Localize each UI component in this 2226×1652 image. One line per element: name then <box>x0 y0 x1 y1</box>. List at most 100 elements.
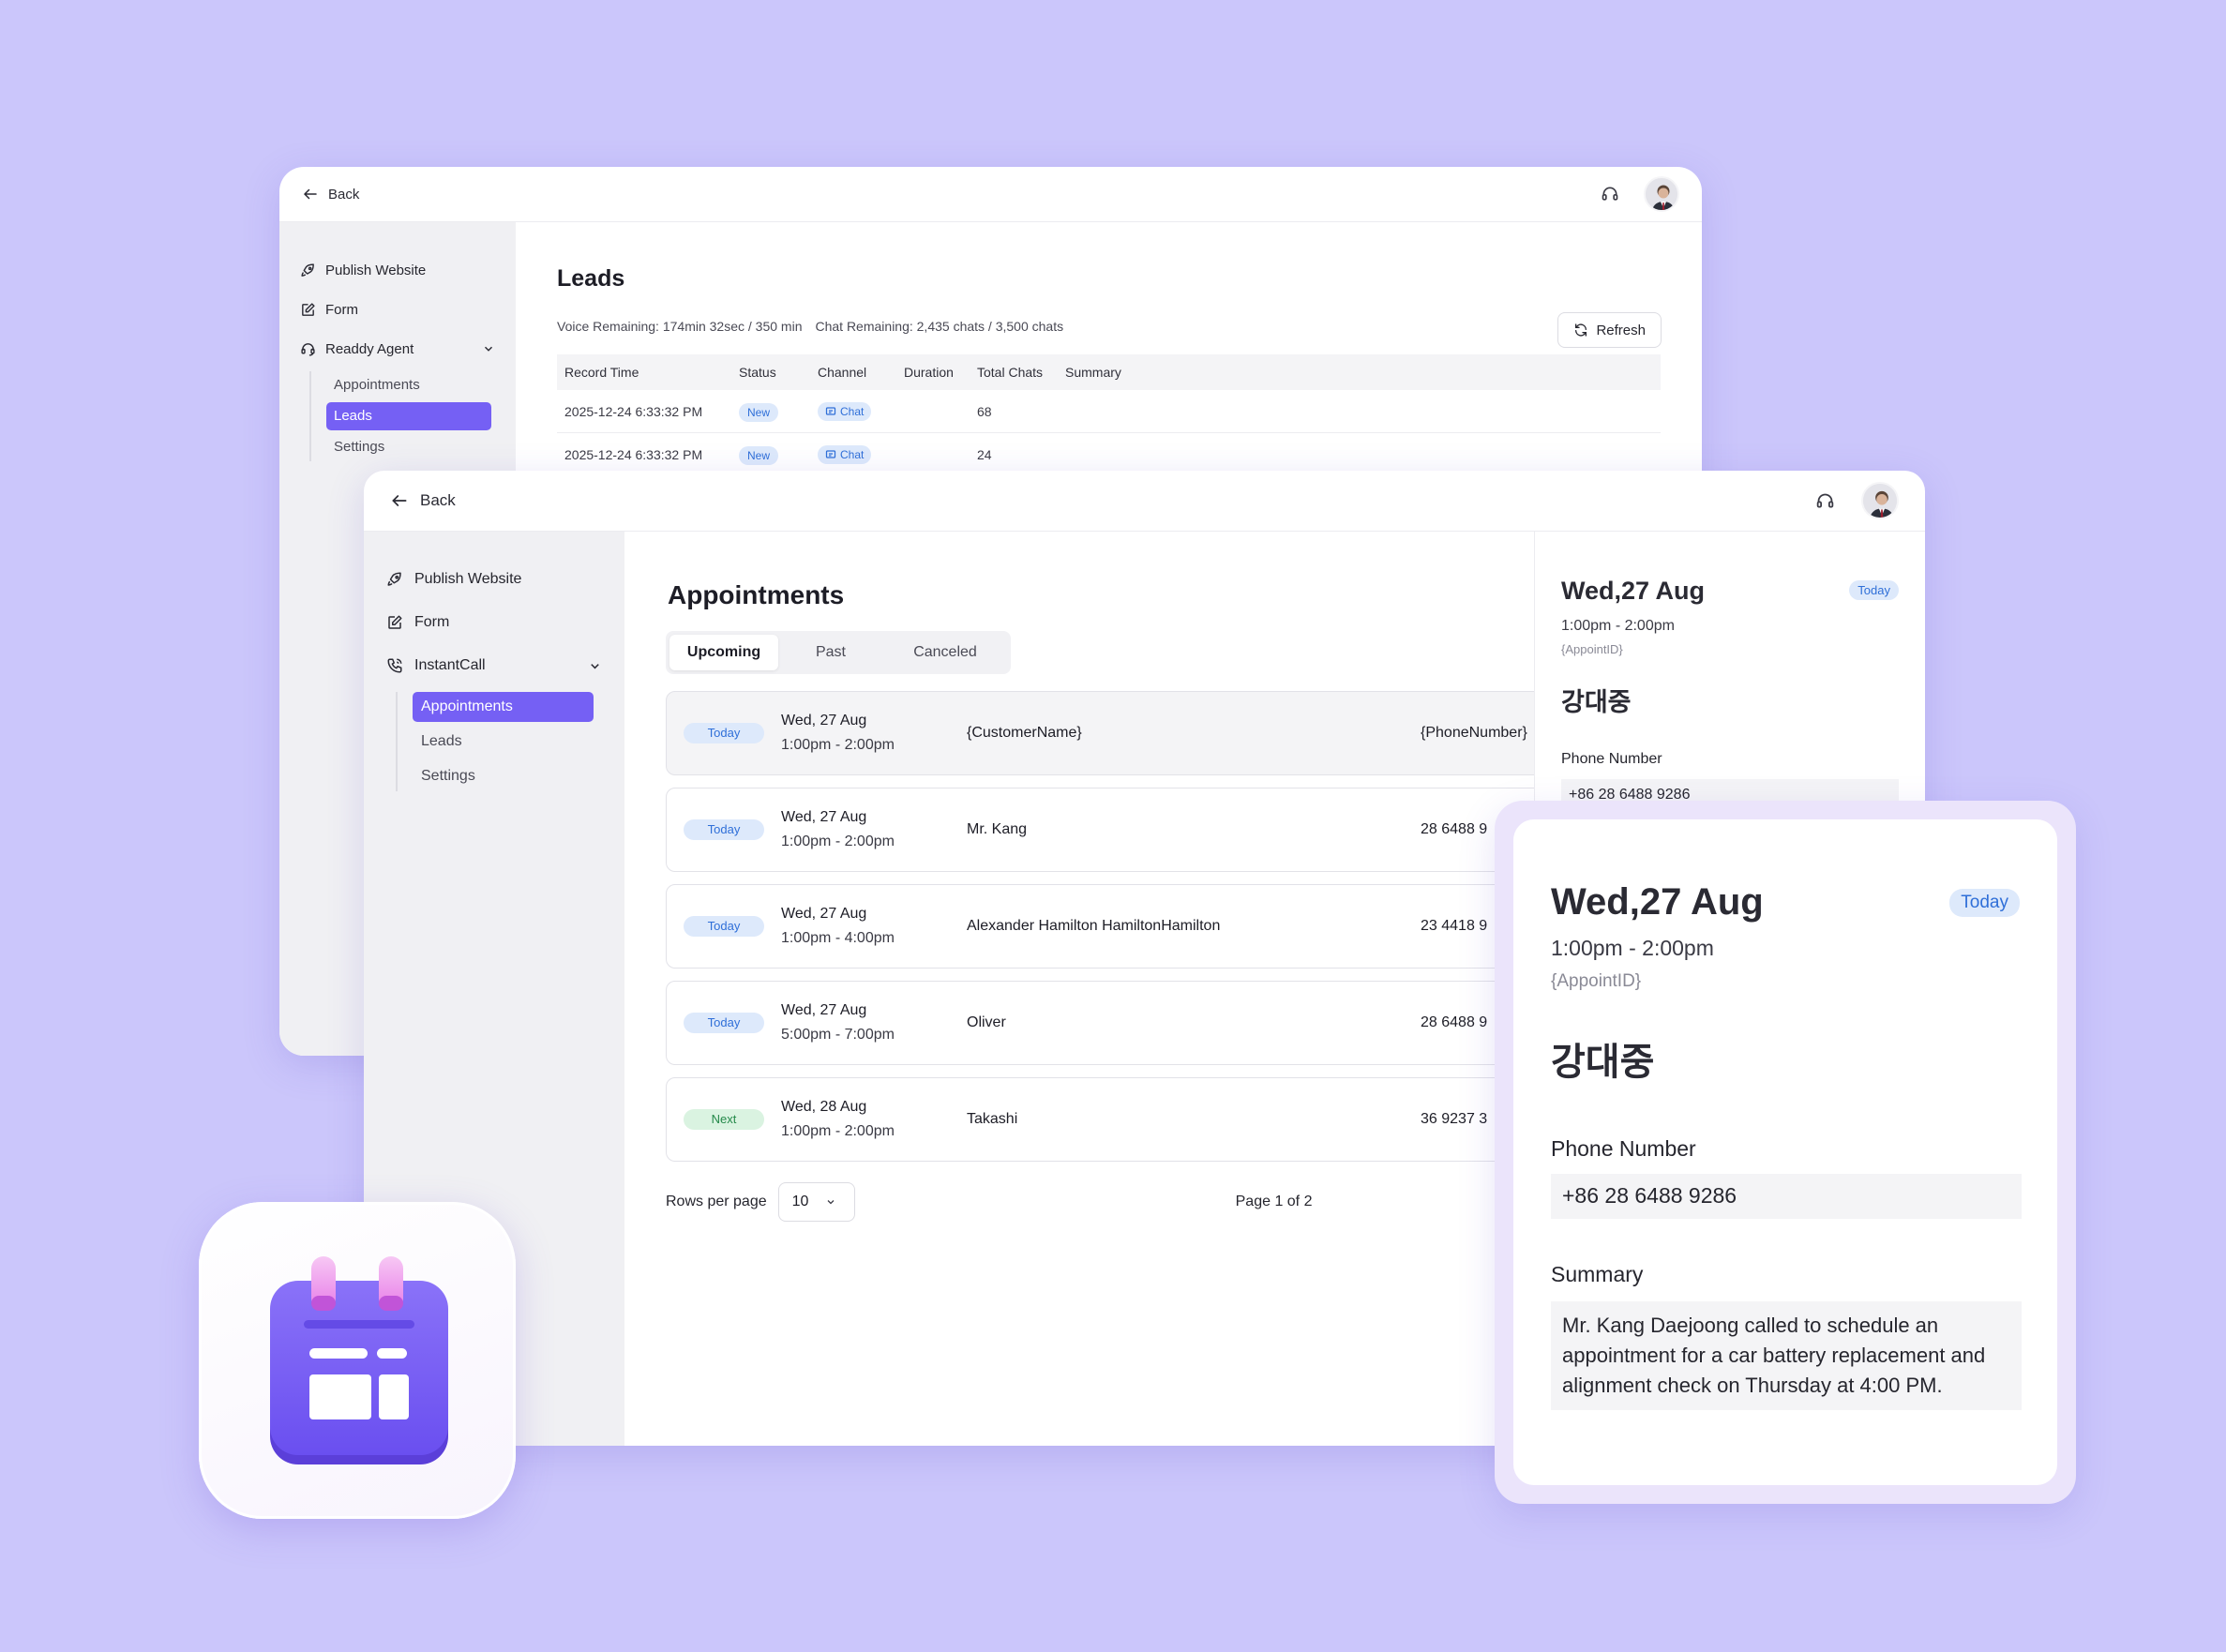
leads-topbar: Back <box>279 167 1702 222</box>
subnav-leads[interactable]: Leads <box>413 727 594 757</box>
customer-name: Oliver <box>967 1014 1006 1030</box>
col-header: Channel <box>818 365 867 380</box>
appointment-row[interactable]: Today Wed, 27 Aug 1:00pm - 2:00pm Mr. Ka… <box>666 788 1547 872</box>
appointment-time: 1:00pm - 4:00pm <box>781 930 895 946</box>
appointment-list: Today Wed, 27 Aug 1:00pm - 2:00pm {Custo… <box>666 691 1547 1174</box>
appointment-time: 5:00pm - 7:00pm <box>781 1027 895 1043</box>
status-badge: New <box>739 445 779 465</box>
col-header: Duration <box>904 365 954 380</box>
summary-label: Summary <box>1551 1262 1644 1286</box>
phone-number: {PhoneNumber} <box>1421 725 1527 741</box>
nav-label: Publish Website <box>325 262 427 278</box>
nav-label: Form <box>414 614 450 630</box>
arrow-left-icon <box>392 495 407 506</box>
appointment-date: Wed, 28 Aug <box>781 1099 867 1115</box>
col-header: Total Chats <box>977 365 1044 380</box>
nav-form[interactable]: Form <box>300 290 495 329</box>
quota-info: Voice Remaining: 174min 32sec / 350 min … <box>557 319 1661 334</box>
summary-value: Mr. Kang Daejoong called to schedule an … <box>1551 1301 2022 1410</box>
record-time: 2025-12-24 6:33:32 PM <box>564 446 703 462</box>
subnav-leads[interactable]: Leads <box>326 402 491 430</box>
detail-time: 1:00pm - 2:00pm <box>1561 618 1675 634</box>
page-title: Appointments <box>668 580 845 609</box>
subnav-settings[interactable]: Settings <box>413 761 594 791</box>
chevron-down-icon <box>484 346 493 352</box>
nav-instantcall[interactable]: InstantCall <box>386 644 602 687</box>
subnav-appointments[interactable]: Appointments <box>326 371 491 399</box>
tab-past[interactable]: Past <box>778 635 883 670</box>
back-label: Back <box>420 491 456 509</box>
chevron-down-icon <box>827 1200 835 1205</box>
nav-publish-website[interactable]: Publish Website <box>300 250 495 290</box>
customer-name: Alexander Hamilton HamiltonHamilton <box>967 918 1221 934</box>
detail-date: Wed,27 Aug <box>1561 577 1706 605</box>
status-badge: Today <box>684 1013 764 1033</box>
channel-label: Chat <box>840 447 865 461</box>
nav-form[interactable]: Form <box>386 601 602 644</box>
appointment-detail-card: Wed,27 Aug Today 1:00pm - 2:00pm {Appoin… <box>1513 819 2057 1485</box>
rocket-icon <box>301 263 314 277</box>
appointment-time: 1:00pm - 2:00pm <box>781 1123 895 1139</box>
nav-label: Publish Website <box>414 571 522 587</box>
leads-table: Record Time Status Channel Duration Tota… <box>557 354 1661 476</box>
headset-icon[interactable] <box>1601 185 1619 203</box>
appointment-date: Wed, 27 Aug <box>781 906 867 922</box>
col-header: Record Time <box>564 365 639 380</box>
phone-label: Phone Number <box>1551 1136 1696 1161</box>
tab-canceled[interactable]: Canceled <box>883 635 1007 670</box>
appointment-date: Wed, 27 Aug <box>781 1002 867 1018</box>
refresh-button[interactable]: Refresh <box>1557 312 1662 348</box>
phone-number: 28 6488 9 <box>1421 1014 1488 1030</box>
avatar[interactable] <box>1861 482 1899 519</box>
total-chats: 68 <box>977 403 992 419</box>
instantcall-subnav: Appointments Leads Settings <box>396 692 602 791</box>
status-badge: Today <box>1849 580 1899 600</box>
tab-upcoming[interactable]: Upcoming <box>669 635 778 670</box>
appointment-row[interactable]: Next Wed, 28 Aug 1:00pm - 2:00pm Takashi… <box>666 1077 1547 1162</box>
status-badge: Today <box>1949 889 2020 917</box>
total-chats: 24 <box>977 446 992 462</box>
customer-name: {CustomerName} <box>967 725 1082 741</box>
appointment-row[interactable]: Today Wed, 27 Aug 1:00pm - 4:00pm Alexan… <box>666 884 1547 969</box>
customer-name: Takashi <box>967 1111 1018 1127</box>
detail-time: 1:00pm - 2:00pm <box>1551 936 1714 960</box>
rocket-icon <box>387 572 401 586</box>
refresh-label: Refresh <box>1596 322 1646 338</box>
phone-number: 28 6488 9 <box>1421 821 1488 837</box>
rows-per-page-select[interactable]: 10 <box>777 1182 855 1222</box>
headset-icon[interactable] <box>1815 491 1835 511</box>
refresh-icon <box>1575 323 1587 337</box>
appointment-row[interactable]: Today Wed, 27 Aug 1:00pm - 2:00pm {Custo… <box>666 691 1547 775</box>
detail-card-frame: Wed,27 Aug Today 1:00pm - 2:00pm {Appoin… <box>1495 801 2076 1504</box>
appointment-row[interactable]: Today Wed, 27 Aug 5:00pm - 7:00pm Oliver… <box>666 981 1547 1065</box>
appoint-id: {AppointID} <box>1551 971 1642 991</box>
avatar[interactable] <box>1644 176 1679 212</box>
appointments-topbar: Back <box>364 471 1925 532</box>
customer-name: Mr. Kang <box>967 821 1028 837</box>
edit-icon <box>302 302 315 316</box>
status-badge: New <box>739 402 779 422</box>
nav-readdy-agent[interactable]: Readdy Agent <box>300 329 495 368</box>
appointment-time: 1:00pm - 2:00pm <box>781 834 895 849</box>
phone-number: 36 9237 3 <box>1421 1111 1488 1127</box>
table-row[interactable]: 2025-12-24 6:33:32 PM New Chat 68 <box>557 390 1661 433</box>
back-button[interactable]: Back <box>302 186 359 203</box>
status-badge: Today <box>684 916 764 937</box>
edit-icon <box>388 615 402 629</box>
chevron-down-icon <box>591 663 599 668</box>
subnav-settings[interactable]: Settings <box>326 433 491 461</box>
channel-badge: Chat <box>818 401 872 421</box>
subnav-appointments[interactable]: Appointments <box>413 692 594 722</box>
detail-date: Wed,27 Aug <box>1551 881 1764 923</box>
record-time: 2025-12-24 6:33:32 PM <box>564 403 703 419</box>
phone-icon <box>387 658 402 673</box>
phone-number: 23 4418 9 <box>1421 918 1488 934</box>
customer-name: 강대중 <box>1561 688 1632 716</box>
nav-publish-website[interactable]: Publish Website <box>386 558 602 601</box>
app-icon-tile <box>199 1202 516 1519</box>
back-button[interactable]: Back <box>390 491 456 510</box>
nav-label: Form <box>325 301 358 318</box>
phone-value: +86 28 6488 9286 <box>1551 1174 2022 1219</box>
col-header: Status <box>739 365 776 380</box>
channel-label: Chat <box>840 404 865 418</box>
